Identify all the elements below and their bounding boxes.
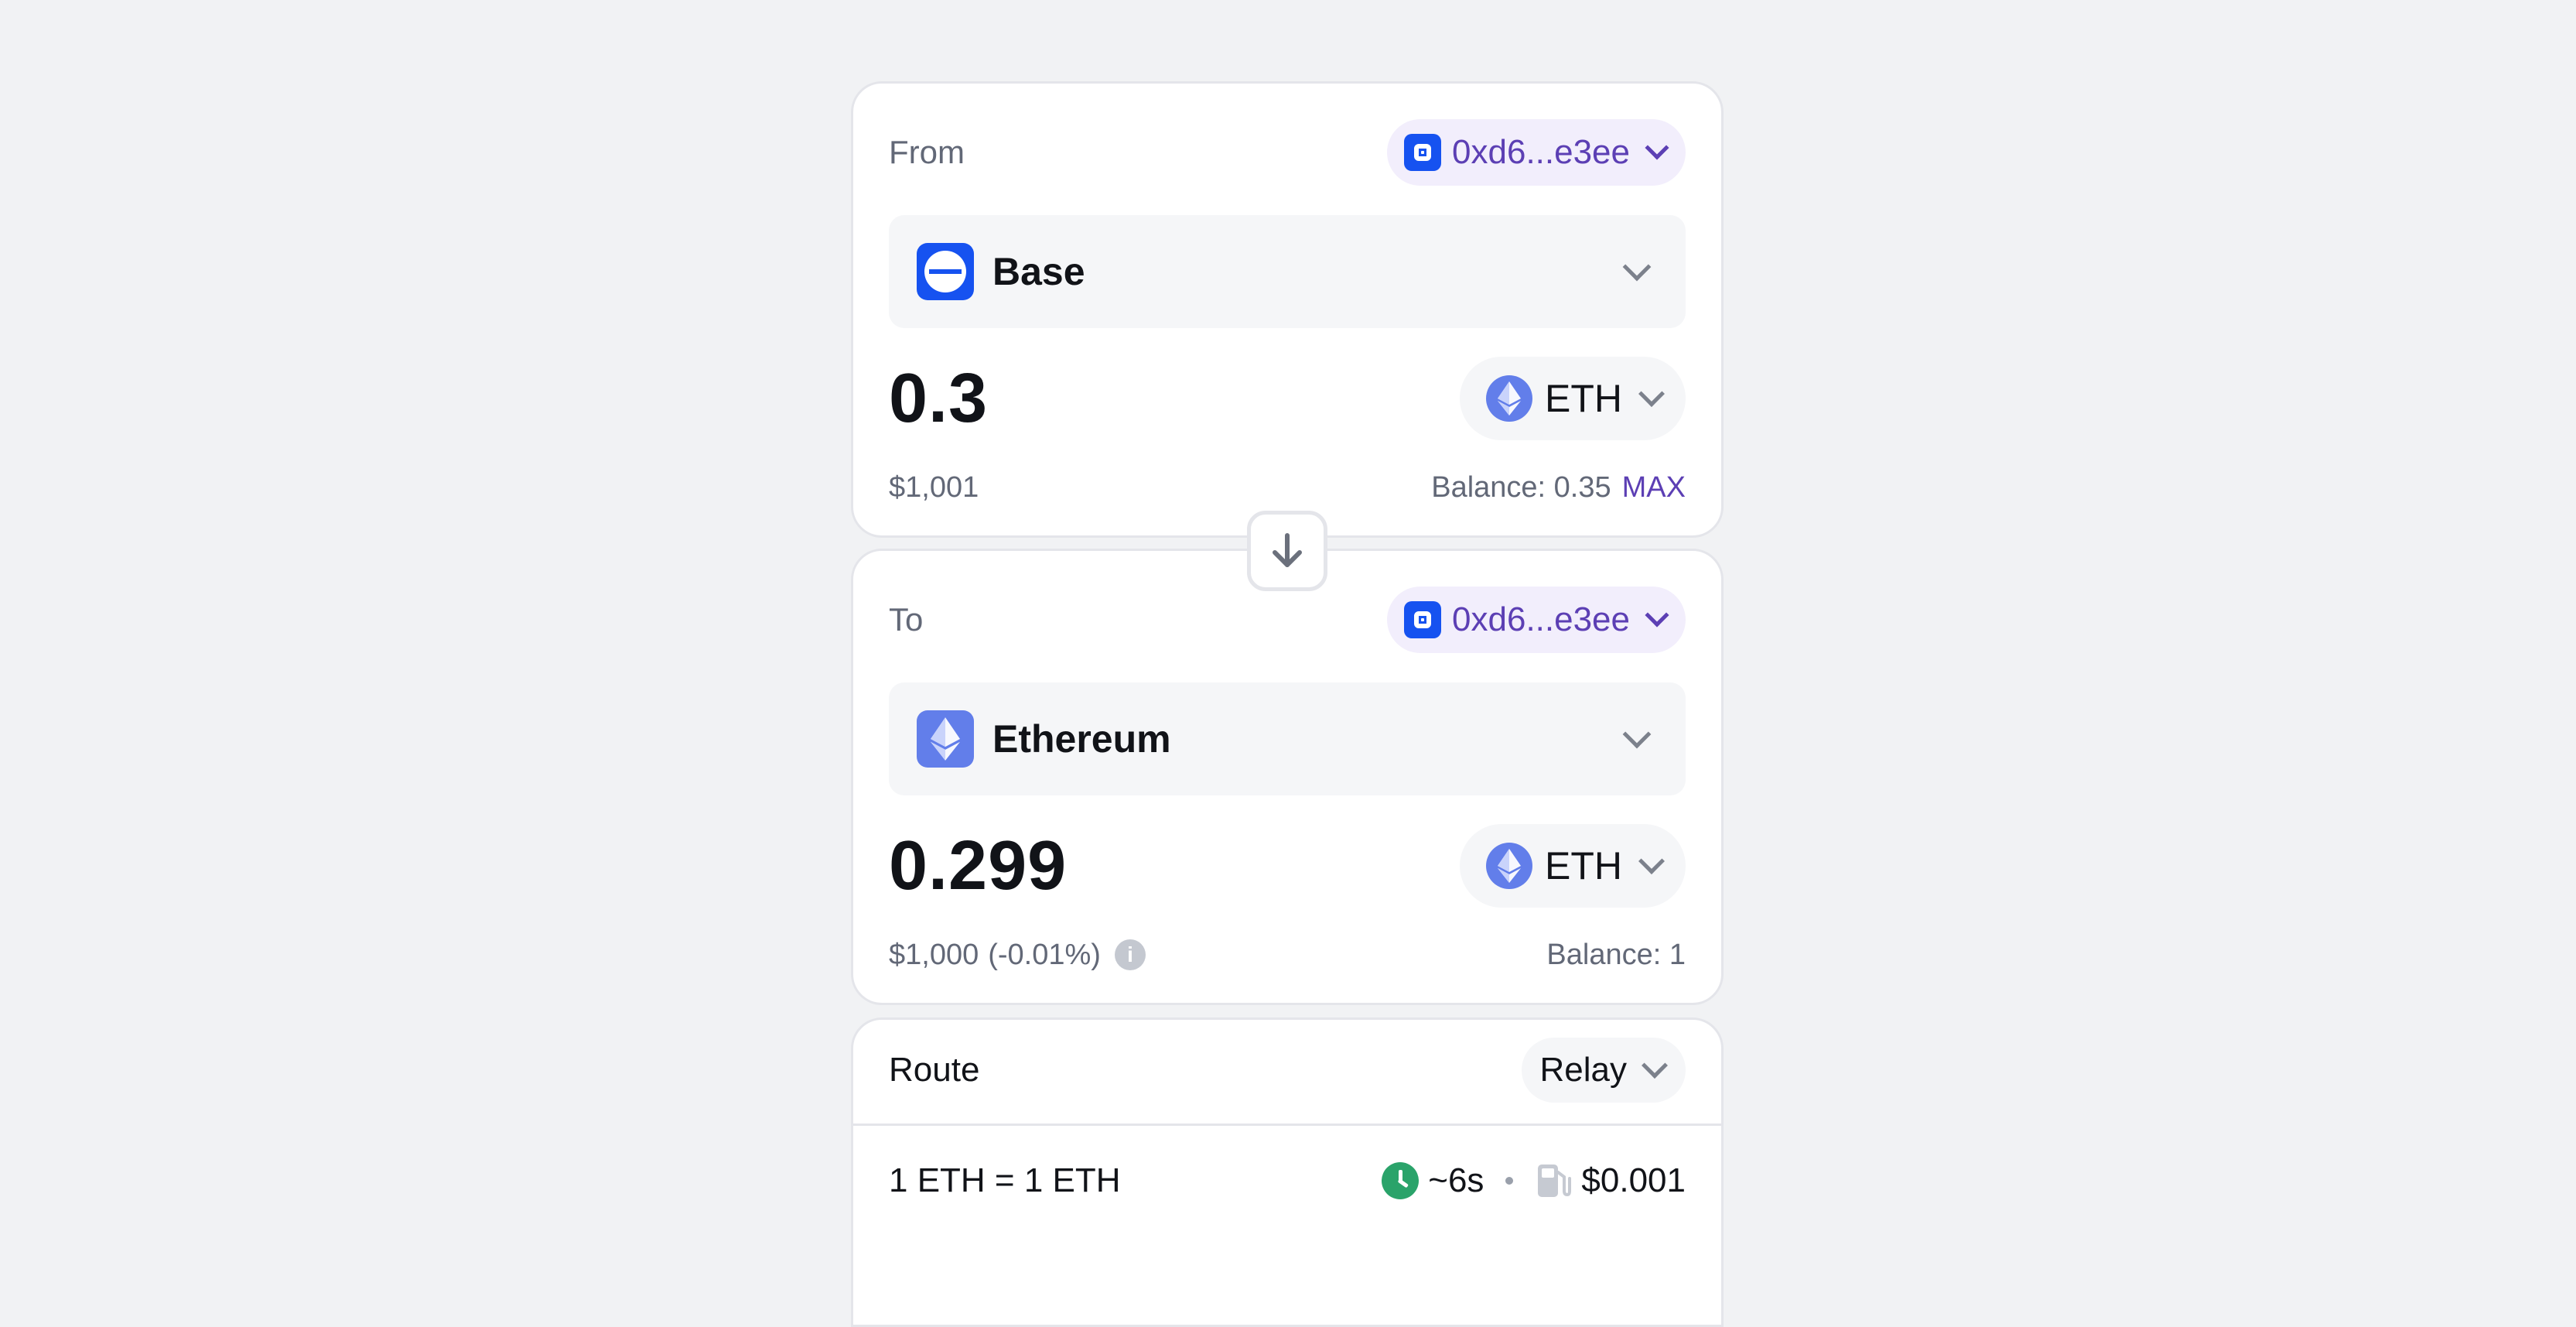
swap-direction-button[interactable] [1247,511,1327,591]
max-button[interactable]: MAX [1622,471,1686,504]
from-wallet-address: 0xd6...e3ee [1452,133,1630,171]
clock-icon [1382,1162,1420,1199]
to-label: To [889,601,924,638]
price-impact: (-0.01%) [988,938,1101,971]
gas-fee: $0.001 [1581,1161,1686,1199]
to-wallet-selector[interactable]: 0xd6...e3ee [1387,587,1686,653]
eth-token-icon [1486,843,1532,889]
to-header: To 0xd6...e3ee [889,587,1686,653]
route-card: Route Relay 1 ETH = 1 ETH ~6s $0.001 [851,1017,1724,1327]
base-chain-icon [917,243,974,300]
route-provider-name: Relay [1539,1051,1628,1089]
from-chain-selector[interactable]: Base [889,215,1686,328]
to-amount-output: 0.299 [889,826,1068,905]
chevron-down-icon [1622,252,1652,282]
from-wallet-selector[interactable]: 0xd6...e3ee [1387,119,1686,186]
to-token-symbol: ETH [1545,844,1622,888]
from-usd-value: $1,001 [889,470,979,504]
chevron-down-icon [1645,603,1669,628]
chevron-down-icon [1638,848,1665,874]
to-chain-selector[interactable]: Ethereum [889,682,1686,795]
to-card: To 0xd6...e3ee Ethereum 0.299 ETH $1,000… [851,549,1724,1005]
from-chain-name: Base [992,250,1085,293]
from-amount-input[interactable]: 0.3 [889,359,988,439]
from-token-selector[interactable]: ETH [1460,357,1686,440]
gas-pump-icon [1538,1165,1572,1197]
to-balance: Balance: 1 [1546,938,1686,971]
from-balance-group: Balance: 0.35 MAX [1431,471,1686,504]
route-info-row: 1 ETH = 1 ETH ~6s $0.001 [889,1150,1686,1212]
to-wallet-address: 0xd6...e3ee [1452,600,1630,638]
arrow-down-icon [1273,533,1302,567]
from-amount-row: 0.3 ETH [889,356,1686,441]
to-usd-value: $1,000 [889,938,979,971]
from-label: From [889,134,965,170]
to-chain-name: Ethereum [992,717,1171,761]
to-value-group: $1,000 (-0.01%) i [889,939,1146,972]
route-header: Route Relay [889,1035,1686,1105]
route-divider [853,1124,1721,1126]
separator-dot [1505,1177,1514,1185]
info-icon[interactable]: i [1114,939,1146,970]
chevron-down-icon [1645,135,1669,160]
to-token-selector[interactable]: ETH [1460,824,1686,908]
ethereum-chain-icon [917,710,974,768]
route-label: Route [889,1051,980,1089]
route-stats: ~6s $0.001 [1382,1161,1686,1200]
from-balance: Balance: 0.35 [1431,470,1611,504]
from-token-symbol: ETH [1545,377,1622,420]
route-provider-selector[interactable]: Relay [1521,1038,1686,1103]
from-header: From 0xd6...e3ee [889,119,1686,186]
chevron-down-icon [1622,720,1652,749]
exchange-rate: 1 ETH = 1 ETH [889,1161,1121,1199]
coinbase-wallet-icon [1404,601,1442,638]
estimated-time: ~6s [1428,1161,1484,1199]
chevron-down-icon [1638,381,1665,407]
from-meta-row: $1,001 Balance: 0.35 MAX [889,464,1686,511]
to-meta-row: $1,000 (-0.01%) i Balance: 1 [889,932,1686,978]
eth-token-icon [1486,375,1532,422]
to-amount-row: 0.299 ETH [889,823,1686,908]
from-card: From 0xd6...e3ee Base 0.3 ETH $1,001 Bal… [851,81,1724,538]
coinbase-wallet-icon [1404,134,1442,171]
chevron-down-icon [1642,1052,1668,1079]
